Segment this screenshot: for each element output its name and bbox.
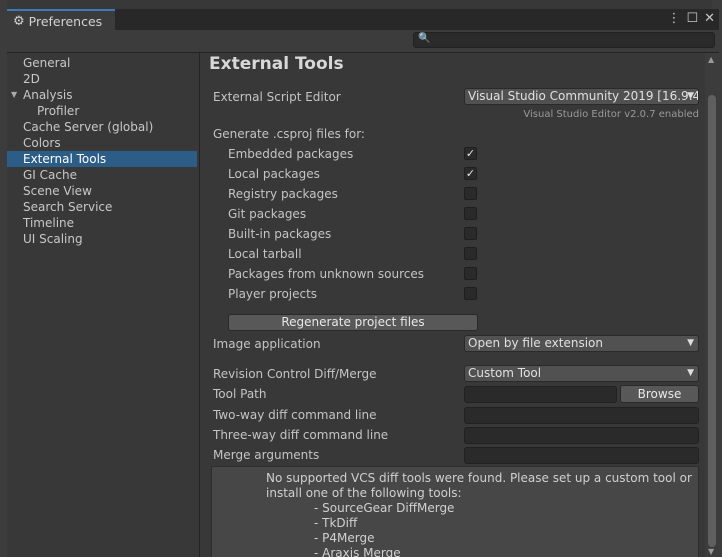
diff-merge-label: Revision Control Diff/Merge <box>213 367 377 381</box>
sidebar-item-search-service[interactable]: Search Service <box>7 199 197 215</box>
preferences-window: ⚙ Preferences ⋮ ☐ ✕ 🔍 General 2D ▼ Analys… <box>7 9 719 557</box>
package-label: Git packages <box>228 207 307 221</box>
sidebar-item-external-tools[interactable]: External Tools <box>7 151 197 167</box>
preferences-tab[interactable]: ⚙ Preferences <box>7 9 115 31</box>
player-projects-checkbox[interactable] <box>464 287 477 300</box>
sidebar-item-timeline[interactable]: Timeline <box>7 215 197 231</box>
sidebar-item-analysis[interactable]: ▼ Analysis <box>7 87 197 103</box>
two-way-diff-label: Two-way diff command line <box>213 408 377 422</box>
settings-panel: External Tools External Script Editor Vi… <box>200 53 705 557</box>
window-title: Preferences <box>28 13 103 29</box>
toolbar: 🔍 <box>7 30 719 53</box>
script-editor-label: External Script Editor <box>213 90 341 104</box>
gear-icon: ⚙ <box>13 13 25 29</box>
scrollbar-thumb[interactable] <box>708 95 716 547</box>
tool-path-label: Tool Path <box>213 387 267 401</box>
title-bar: ⚙ Preferences ⋮ ☐ ✕ <box>7 9 719 31</box>
sidebar-item-ui-scaling[interactable]: UI Scaling <box>7 231 197 247</box>
close-icon[interactable]: ✕ <box>704 11 715 26</box>
merge-arguments-input[interactable] <box>464 447 699 464</box>
expand-arrow-icon[interactable]: ▼ <box>11 87 17 103</box>
unknown-sources-checkbox[interactable] <box>464 267 477 280</box>
more-options-icon[interactable]: ⋮ <box>667 11 680 26</box>
sidebar-item-gi-cache[interactable]: GI Cache <box>7 167 197 183</box>
git-packages-checkbox[interactable] <box>464 207 477 220</box>
help-tool-item: - TkDiff <box>314 516 358 530</box>
help-text: install one of the following tools: <box>266 486 462 500</box>
chevron-down-icon: ▼ <box>687 368 694 378</box>
help-tool-item: - Araxis Merge <box>314 546 401 557</box>
search-input[interactable]: 🔍 <box>413 32 715 48</box>
package-label: Local packages <box>228 167 320 181</box>
editor-version-hint: Visual Studio Editor v2.0.7 enabled <box>523 109 699 120</box>
package-label: Player projects <box>228 287 318 301</box>
window-controls: ⋮ ☐ ✕ <box>667 11 715 26</box>
help-tool-item: - P4Merge <box>314 531 375 545</box>
search-icon: 🔍 <box>418 33 431 44</box>
image-application-dropdown[interactable]: Open by file extension ▼ <box>464 335 699 352</box>
page-title: External Tools <box>209 54 344 74</box>
built-in-packages-checkbox[interactable] <box>464 227 477 240</box>
sidebar-item-2d[interactable]: 2D <box>7 71 197 87</box>
sidebar-item-profiler[interactable]: Profiler <box>7 103 197 119</box>
maximize-icon[interactable]: ☐ <box>686 11 698 26</box>
sidebar-item-scene-view[interactable]: Scene View <box>7 183 197 199</box>
help-text: No supported VCS diff tools were found. … <box>266 471 692 485</box>
diff-merge-dropdown[interactable]: Custom Tool ▼ <box>464 365 699 382</box>
vcs-help-box: No supported VCS diff tools were found. … <box>211 466 699 557</box>
package-label: Embedded packages <box>228 147 354 161</box>
merge-arguments-label: Merge arguments <box>213 448 320 462</box>
local-packages-checkbox[interactable]: ✓ <box>464 167 477 180</box>
regenerate-project-files-button[interactable]: Regenerate project files <box>228 314 478 331</box>
package-label: Packages from unknown sources <box>228 267 424 281</box>
scroll-up-icon[interactable]: ▲ <box>708 55 714 64</box>
local-tarball-checkbox[interactable] <box>464 247 477 260</box>
sidebar-item-cache-server[interactable]: Cache Server (global) <box>7 119 197 135</box>
package-label: Built-in packages <box>228 227 332 241</box>
sidebar-item-general[interactable]: General <box>7 55 197 71</box>
chevron-down-icon: ▼ <box>687 338 694 348</box>
three-way-diff-input[interactable] <box>464 427 699 444</box>
background-editor-left <box>0 0 7 557</box>
registry-packages-checkbox[interactable] <box>464 187 477 200</box>
script-editor-dropdown[interactable]: Visual Studio Community 2019 [16.9.4] ▼ <box>464 88 699 105</box>
embedded-packages-checkbox[interactable]: ✓ <box>464 147 477 160</box>
sidebar: General 2D ▼ Analysis Profiler Cache Serv… <box>7 53 200 557</box>
scroll-down-icon[interactable]: ▼ <box>708 547 714 556</box>
help-tool-item: - SourceGear DiffMerge <box>314 501 455 515</box>
three-way-diff-label: Three-way diff command line <box>213 428 389 442</box>
generate-csproj-label: Generate .csproj files for: <box>213 127 365 141</box>
chevron-down-icon: ▼ <box>687 91 694 101</box>
browse-button[interactable]: Browse <box>620 385 699 403</box>
sidebar-item-colors[interactable]: Colors <box>7 135 197 151</box>
image-application-label: Image application <box>213 337 321 351</box>
two-way-diff-input[interactable] <box>464 407 699 424</box>
tool-path-input[interactable] <box>464 386 617 403</box>
vertical-scrollbar[interactable]: ▲ ▼ <box>705 53 719 557</box>
package-label: Local tarball <box>228 247 302 261</box>
package-label: Registry packages <box>228 187 338 201</box>
